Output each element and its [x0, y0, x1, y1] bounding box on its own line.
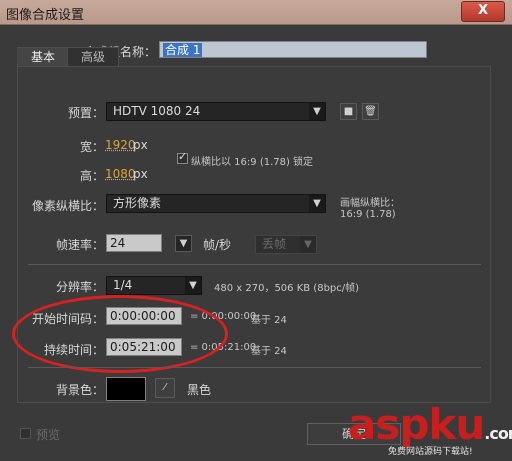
title-bar: 图像合成设置 X	[0, 0, 512, 25]
resolution-info: 480 x 270，506 KB (8bpc/帧)	[214, 283, 360, 294]
frame-rate-input[interactable]: 24	[106, 234, 162, 252]
resolution-label: 分辨率：	[55, 280, 104, 294]
background-color-label: 背景色：	[55, 383, 104, 397]
pixel-aspect-label: 像素纵横比：	[31, 199, 104, 213]
drop-frame-select: 丢帧 ▼	[255, 235, 317, 254]
preset-select[interactable]: HDTV 1080 24 ▼	[106, 102, 326, 121]
drop-frame-value: 丢帧	[262, 237, 287, 251]
frame-rate-label: 帧速率：	[55, 238, 104, 252]
pixel-aspect-select[interactable]: 方形像素 ▼	[106, 194, 326, 213]
frame-rate-unit: 帧/秒	[203, 238, 232, 252]
close-button[interactable]: X	[461, 1, 505, 22]
lock-aspect-label: 纵横比以 16:9 (1.78) 锁定	[191, 157, 314, 168]
window-title: 图像合成设置	[6, 8, 85, 23]
background-color-swatch[interactable]	[106, 377, 146, 401]
save-preset-icon[interactable]: ■	[340, 103, 357, 120]
height-value[interactable]: 1080	[105, 167, 136, 181]
eyedropper-icon[interactable]: ⁄	[155, 378, 175, 398]
width-value[interactable]: 1920	[105, 138, 136, 152]
tab-bar: 基本 高级	[17, 47, 492, 67]
resolution-select[interactable]: 1/4 ▼	[106, 276, 202, 295]
duration-base: 基于 24	[251, 346, 287, 357]
preset-label: 预置：	[67, 106, 104, 120]
chevron-down-icon: ▼	[309, 103, 325, 120]
ok-button[interactable]: 确定	[307, 423, 401, 445]
preset-value: HDTV 1080 24	[113, 104, 201, 118]
preview-checkbox[interactable]	[20, 428, 31, 439]
width-unit: px	[133, 138, 148, 152]
divider	[28, 264, 481, 265]
chevron-down-icon: ▼	[309, 195, 325, 212]
tab-advanced[interactable]: 高级	[67, 47, 119, 67]
width-label: 宽：	[79, 140, 104, 154]
frame-aspect-value: 16:9 (1.78)	[340, 209, 396, 220]
trash-icon[interactable]: 🗑	[362, 103, 379, 120]
start-timecode-base: 基于 24	[251, 315, 287, 326]
preview-label: 预览	[36, 428, 61, 442]
resolution-value: 1/4	[113, 278, 133, 292]
frame-aspect-label: 画幅纵横比：	[340, 198, 400, 209]
chevron-down-icon: ▼	[300, 236, 316, 253]
pixel-aspect-value: 方形像素	[113, 196, 162, 210]
tab-basic[interactable]: 基本	[17, 47, 69, 67]
background-color-name: 黑色	[187, 383, 212, 397]
height-unit: px	[133, 167, 148, 181]
lock-aspect-checkbox[interactable]	[177, 150, 188, 164]
chevron-down-icon: ▼	[185, 277, 201, 294]
annotation-ellipse	[12, 295, 228, 373]
divider	[28, 367, 481, 368]
chevron-down-icon[interactable]: ▼	[175, 235, 192, 252]
height-label: 高：	[79, 169, 104, 183]
